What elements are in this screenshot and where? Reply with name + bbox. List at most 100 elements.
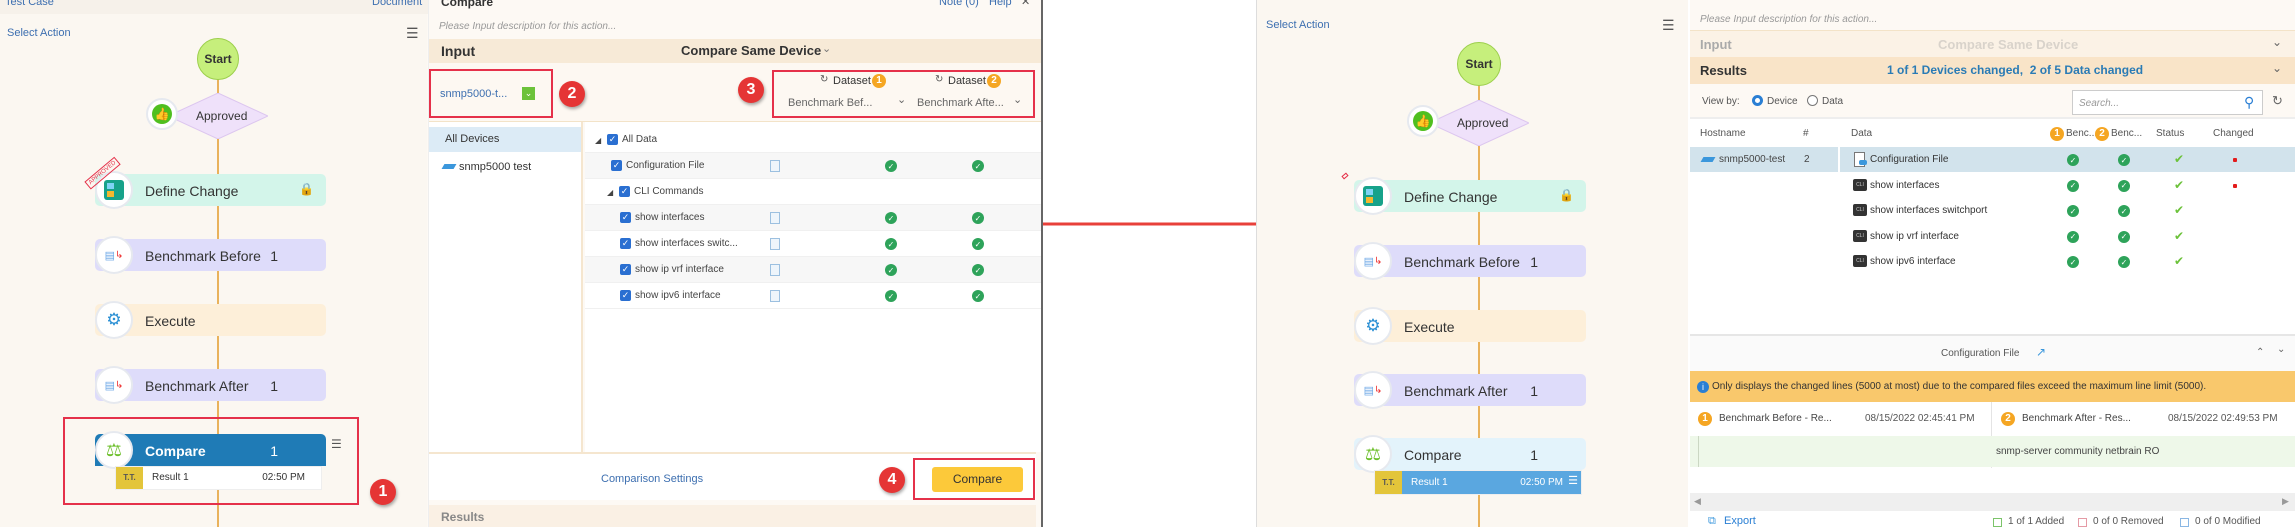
dataset1-check-icon: ✓: [885, 264, 897, 276]
menu-icon[interactable]: ☰: [406, 25, 419, 42]
description-input[interactable]: Please Input description for this action…: [439, 22, 616, 32]
horizontal-scrollbar[interactable]: ◀ ▶: [1690, 493, 2295, 511]
approved-node[interactable]: Approved: [1429, 100, 1529, 146]
description-input[interactable]: Please Input description for this action…: [1700, 15, 1877, 25]
col-status[interactable]: Status: [2156, 129, 2184, 139]
device-list-item[interactable]: snmp5000 test: [429, 158, 581, 178]
view-data-icon[interactable]: [770, 160, 780, 172]
input-header[interactable]: Input Compare Same Device ⌄: [429, 39, 1041, 63]
approved-node[interactable]: Approved: [168, 93, 268, 139]
refresh-icon[interactable]: ↻: [2272, 94, 2283, 107]
status-check-icon: ✔: [2174, 177, 2185, 192]
bench1-check-icon: ✓: [2067, 179, 2079, 192]
table-row[interactable]: Configuration File ✓ ✓ ✔: [1840, 147, 2295, 172]
column-divider: [1838, 147, 1840, 172]
node-count: 1: [1530, 447, 1538, 463]
compare-mode-select[interactable]: Compare Same Device: [681, 44, 821, 57]
tree-row[interactable]: ✓ show interfaces ✓ ✓: [585, 205, 1041, 231]
select-action-link[interactable]: Select Action: [7, 28, 71, 39]
table-row[interactable]: CLI show interfaces ✓ ✓ ✔: [1840, 172, 2295, 198]
tree-label: All Data: [622, 134, 658, 145]
checkbox[interactable]: ✓: [607, 134, 618, 145]
results-header[interactable]: Results: [429, 505, 1036, 527]
chevron-down-icon[interactable]: ⌄: [2277, 345, 2285, 355]
view-data-icon[interactable]: [770, 264, 780, 276]
help-link[interactable]: Help: [989, 0, 1012, 8]
node-label: Benchmark After: [145, 378, 249, 394]
bench1-check-icon: ✓: [2067, 230, 2079, 243]
chevron-down-icon[interactable]: ⌄: [2272, 36, 2282, 48]
col-bench1[interactable]: Benc...: [2066, 129, 2097, 139]
changed-indicator: [2233, 183, 2237, 188]
result-icon: T.T.: [1375, 471, 1402, 494]
col-changed[interactable]: Changed: [2213, 129, 2254, 139]
col-count[interactable]: #: [1803, 129, 1809, 139]
tree-row[interactable]: ◢ ✓ CLI Commands: [585, 179, 1041, 205]
search-icon[interactable]: ⚲: [2244, 95, 2254, 109]
col-bench1-badge: 1: [2050, 126, 2064, 142]
view-data-icon[interactable]: [770, 212, 780, 224]
host-row[interactable]: snmp5000-test 2: [1690, 147, 1838, 172]
start-node[interactable]: Start: [1457, 42, 1501, 86]
radio-data[interactable]: [1807, 95, 1818, 106]
checkbox[interactable]: ✓: [611, 160, 622, 171]
view-data-icon[interactable]: [770, 238, 780, 250]
results-panel: Please Input description for this action…: [1690, 0, 2295, 527]
table-row[interactable]: CLI show ipv6 interface ✓ ✓ ✔: [1840, 249, 2295, 274]
document-link[interactable]: Document: [372, 0, 422, 8]
annotation-box-4: [913, 458, 1035, 500]
view-data-icon[interactable]: [770, 290, 780, 302]
checkbox[interactable]: ✓: [620, 290, 631, 301]
checkbox[interactable]: ✓: [619, 186, 630, 197]
table-row[interactable]: CLI show ip vrf interface ✓ ✓ ✔: [1840, 223, 2295, 249]
tree-row[interactable]: ◢ ✓ All Data: [585, 127, 1041, 153]
scroll-right-icon[interactable]: ▶: [2282, 497, 2289, 506]
tree-row[interactable]: ✓ show ipv6 interface ✓ ✓: [585, 283, 1041, 309]
info-icon: i: [1697, 381, 1709, 393]
expand-triangle-icon[interactable]: ◢: [607, 188, 613, 197]
results-table: snmp5000-test 2 Configuration File ✓ ✓ ✔ CLI sh…: [1690, 147, 2295, 277]
chevron-up-icon[interactable]: ⌃: [2256, 348, 2264, 358]
start-node[interactable]: Start: [197, 38, 239, 80]
benchmark-icon: ▤ ↳: [1354, 242, 1392, 280]
checkbox[interactable]: ✓: [620, 212, 631, 223]
checkbox[interactable]: ✓: [620, 264, 631, 275]
tree-row[interactable]: ✓ show interfaces switc... ✓ ✓: [585, 231, 1041, 257]
scroll-left-icon[interactable]: ◀: [1694, 497, 1701, 506]
col-data[interactable]: Data: [1851, 129, 1872, 139]
comparison-settings-link[interactable]: Comparison Settings: [601, 474, 703, 485]
col-bench2[interactable]: Benc...: [2111, 129, 2142, 139]
select-action-link[interactable]: Select Action: [1266, 20, 1330, 31]
col-hostname[interactable]: Hostname: [1700, 129, 1746, 139]
external-link-icon[interactable]: ↗: [2036, 346, 2046, 358]
chevron-down-icon[interactable]: ⌄: [822, 44, 831, 55]
col-bench2-badge: 2: [2095, 126, 2109, 142]
result-item[interactable]: T.T. Result 1 02:50 PM ☰: [1374, 470, 1582, 495]
menu-icon[interactable]: ☰: [1568, 476, 1578, 487]
radio-device-label[interactable]: Device: [1767, 97, 1798, 107]
menu-icon[interactable]: ☰: [1662, 17, 1675, 34]
search-input[interactable]: Search... ⚲: [2072, 90, 2263, 115]
export-button[interactable]: Export: [1724, 516, 1756, 527]
lock-icon: 🔒: [1559, 188, 1574, 202]
results-header[interactable]: Results 1 of 1 Devices changed, 2 of 5 D…: [1690, 57, 2295, 84]
export-icon[interactable]: ⧉: [1708, 516, 1716, 527]
note-link[interactable]: Note (0): [939, 0, 979, 8]
gears-icon: ⚙: [1354, 307, 1392, 345]
tree-row[interactable]: ✓ show ip vrf interface ✓ ✓: [585, 257, 1041, 283]
close-icon[interactable]: ✕: [1021, 0, 1030, 8]
status-check-icon: ✔: [2174, 203, 2185, 217]
annotation-box-3: [772, 70, 1035, 118]
table-row[interactable]: CLI show interfaces switchport ✓ ✓ ✔: [1840, 198, 2295, 223]
radio-data-label[interactable]: Data: [1822, 97, 1843, 107]
test-case-menu[interactable]: Test Case: [5, 0, 54, 8]
node-label: Execute: [1404, 319, 1455, 335]
chevron-down-icon[interactable]: ⌄: [2272, 62, 2282, 74]
workflow-panel: Select Action ☰ Start Approved 👍 Define Chang…: [1256, 0, 1688, 527]
expand-triangle-icon[interactable]: ◢: [595, 136, 601, 145]
tree-row[interactable]: ✓ Configuration File ✓ ✓: [585, 153, 1041, 179]
checkbox[interactable]: ✓: [620, 238, 631, 249]
input-header[interactable]: Input Compare Same Device ⌄: [1690, 30, 2295, 57]
radio-device[interactable]: [1752, 95, 1763, 106]
all-devices-item[interactable]: All Devices: [429, 127, 581, 152]
